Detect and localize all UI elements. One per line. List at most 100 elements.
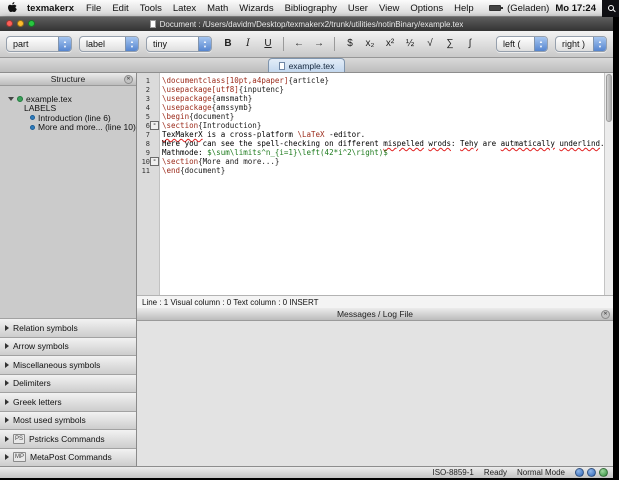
app-menu[interactable]: texmakerx xyxy=(27,3,74,14)
right-delimiter-select[interactable]: right ) xyxy=(555,36,607,52)
scrollbar-thumb[interactable] xyxy=(606,74,612,122)
font-size-select[interactable]: tiny xyxy=(146,36,212,52)
menu-bibliography[interactable]: Bibliography xyxy=(285,3,337,14)
italic-icon[interactable]: I xyxy=(239,35,257,53)
menu-tools[interactable]: Tools xyxy=(140,3,162,14)
encoding-label: ISO-8859-1 xyxy=(433,468,474,477)
structure-item-more-and-more-line-10[interactable]: More and more... (line 10) xyxy=(6,123,136,133)
section-miscellaneous-symbols[interactable]: Miscellaneous symbols xyxy=(0,355,136,374)
bold-icon[interactable]: B xyxy=(219,35,237,53)
fold-marker-icon[interactable] xyxy=(150,121,159,130)
tabbar: example.tex xyxy=(0,58,613,73)
structure-item-labels[interactable]: LABELS xyxy=(6,104,136,114)
left-arrow-icon[interactable]: ← xyxy=(290,35,308,53)
code-line[interactable]: 5\begin{document} xyxy=(137,112,613,121)
code-line[interactable]: 6\section{Introduction} xyxy=(137,121,613,130)
menu-math[interactable]: Math xyxy=(207,3,228,14)
right-arrow-icon[interactable]: → xyxy=(310,35,328,53)
integral-icon[interactable]: ∫ xyxy=(461,35,479,53)
editor-scrollbar[interactable] xyxy=(604,73,613,295)
close-window-button[interactable] xyxy=(6,20,13,27)
line-number: 2 xyxy=(137,86,150,94)
code-line[interactable]: 8Here you can see the spell-checking on … xyxy=(137,139,613,148)
code-segment: \end xyxy=(162,166,180,175)
section-arrow-symbols[interactable]: Arrow symbols xyxy=(0,337,136,356)
fold-marker-icon[interactable] xyxy=(150,157,159,166)
fraction-icon[interactable]: ½ xyxy=(401,35,419,53)
sum-icon[interactable]: ∑ xyxy=(441,35,459,53)
log-close-icon[interactable] xyxy=(601,310,610,319)
code-line[interactable]: 3\usepackage{amsmath} xyxy=(137,94,613,103)
log-panel-title: Messages / Log File xyxy=(337,309,413,319)
section-label: Miscellaneous symbols xyxy=(13,360,100,370)
code-line[interactable]: 2\usepackage[utf8]{inputenc} xyxy=(137,85,613,94)
menu-edit[interactable]: Edit xyxy=(112,3,128,14)
triangle-icon xyxy=(5,417,9,423)
inline-math-icon[interactable]: $ xyxy=(341,35,359,53)
code-text: Here you can see the spell-checking on d… xyxy=(162,139,605,148)
code-text: \usepackage{amssymb} xyxy=(162,103,252,112)
section-pstricks-commands[interactable]: PSPstricks Commands xyxy=(0,429,136,448)
section-most-used-symbols[interactable]: Most used symbols xyxy=(0,411,136,430)
messages-status-icon[interactable] xyxy=(587,468,596,477)
zoom-window-button[interactable] xyxy=(28,20,35,27)
code-segment: [utf8] xyxy=(212,85,239,94)
code-line[interactable]: 10\section{More and more...} xyxy=(137,157,613,166)
spotlight-icon[interactable] xyxy=(602,0,619,17)
structure-item-introduction-line-6[interactable]: Introduction (line 6) xyxy=(6,113,136,123)
disclosure-triangle-icon[interactable] xyxy=(8,97,14,101)
superscript-icon[interactable]: x² xyxy=(381,35,399,53)
titlebar-document-icon xyxy=(150,20,156,28)
code-line[interactable]: 1\documentclass[10pt,a4paper]{article} xyxy=(137,76,613,85)
line-number: 9 xyxy=(137,149,150,157)
ok-status-icon[interactable] xyxy=(599,468,608,477)
section-relation-symbols[interactable]: Relation symbols xyxy=(0,318,136,337)
section-delimiters[interactable]: Delimiters xyxy=(0,374,136,393)
label-select[interactable]: label xyxy=(79,36,139,52)
triangle-icon xyxy=(5,343,9,349)
code-segment: {document} xyxy=(189,112,234,121)
titlebar[interactable]: Document : /Users/davidm/Desktop/texmake… xyxy=(0,17,613,31)
log-panel-header: Messages / Log File xyxy=(137,308,613,321)
code-line[interactable]: 11\end{document} xyxy=(137,166,613,175)
code-text: \end{document} xyxy=(162,166,225,175)
code-line[interactable]: 9Mathmode: $\sum\limits^n_{i=1}\left(42*… xyxy=(137,148,613,157)
left-delimiter-select[interactable]: left ( xyxy=(496,36,548,52)
menu-user[interactable]: User xyxy=(348,3,368,14)
underline-icon[interactable]: U xyxy=(259,35,277,53)
status-indicators xyxy=(575,468,608,477)
menu-file[interactable]: File xyxy=(86,3,101,14)
minimize-window-button[interactable] xyxy=(17,20,24,27)
menu-help[interactable]: Help xyxy=(454,3,474,14)
apple-menu-icon[interactable] xyxy=(8,2,18,14)
code-line[interactable]: 7TexMakerX is a cross-platform \LaTeX -e… xyxy=(137,130,613,139)
select-arrows-icon xyxy=(125,37,138,51)
section-greek-letters[interactable]: Greek letters xyxy=(0,392,136,411)
menu-view[interactable]: View xyxy=(379,3,399,14)
tab-example-tex[interactable]: example.tex xyxy=(268,58,346,72)
select-arrows-icon xyxy=(58,37,71,51)
left-delimiter-select-value: left ( xyxy=(497,37,534,51)
code-segment: $\sum\limits^n_{i=1}\left(42*i^2\right)$ xyxy=(207,148,388,157)
structure-level-select[interactable]: part xyxy=(6,36,72,52)
triangle-icon xyxy=(5,454,9,460)
code-line[interactable]: 4\usepackage{amssymb} xyxy=(137,103,613,112)
code-segment: mispelled xyxy=(383,139,424,148)
battery-icon[interactable] xyxy=(489,5,501,11)
structure-close-icon[interactable] xyxy=(124,75,133,84)
subscript-icon[interactable]: x₂ xyxy=(361,35,379,53)
menu-latex[interactable]: Latex xyxy=(173,3,196,14)
line-number: 1 xyxy=(137,77,150,85)
line-number: 7 xyxy=(137,131,150,139)
section-metapost-commands[interactable]: MPMetaPost Commands xyxy=(0,448,136,467)
sqrt-icon[interactable]: √ xyxy=(421,35,439,53)
structure-item-example-tex[interactable]: example.tex xyxy=(6,94,136,104)
tab-document-icon xyxy=(279,62,285,70)
menu-options[interactable]: Options xyxy=(410,3,443,14)
editor[interactable]: 1\documentclass[10pt,a4paper]{article}2\… xyxy=(137,73,613,295)
menubar-clock[interactable]: Mo 17:24 xyxy=(555,3,596,14)
menu-wizards[interactable]: Wizards xyxy=(239,3,273,14)
section-badge-icon: MP xyxy=(13,452,26,462)
code-segment: is a cross-platform xyxy=(203,130,298,139)
info-status-icon[interactable] xyxy=(575,468,584,477)
